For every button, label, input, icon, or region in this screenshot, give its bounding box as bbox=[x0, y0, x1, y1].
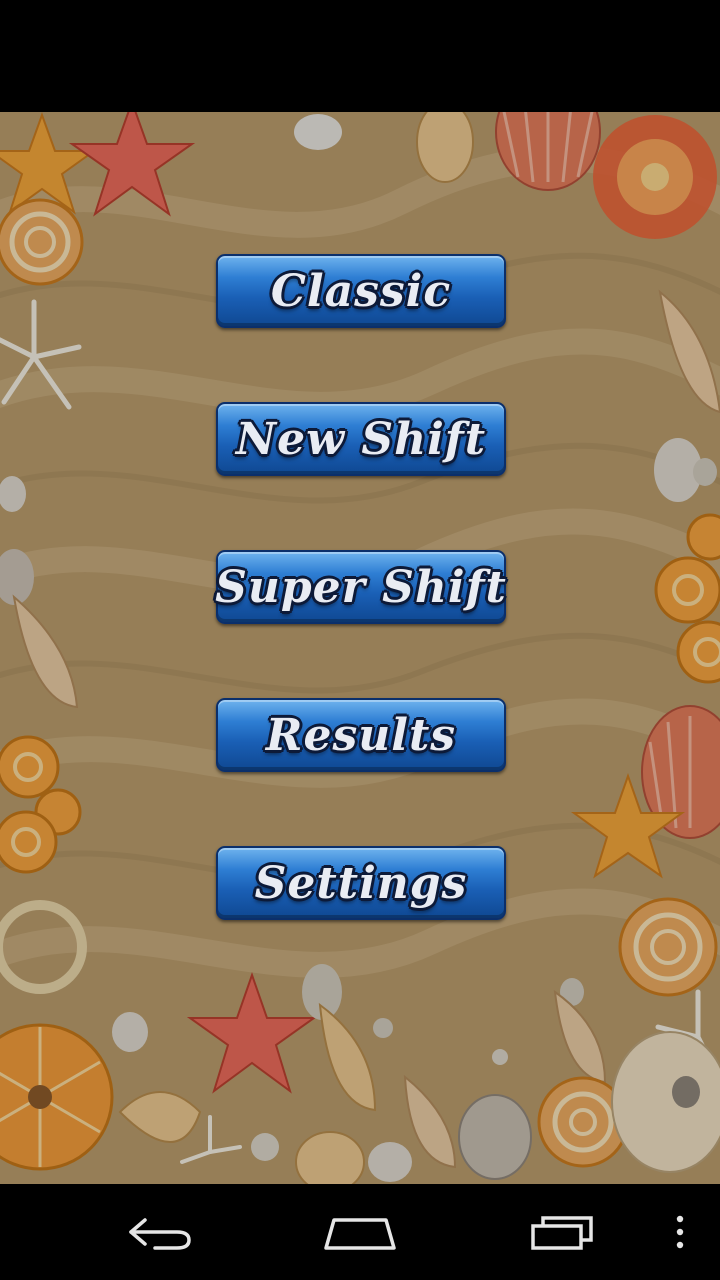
settings-button[interactable]: Settings bbox=[216, 846, 506, 920]
results-button[interactable]: Results bbox=[216, 698, 506, 772]
results-button-label: Results bbox=[265, 709, 457, 761]
back-icon bbox=[129, 1218, 191, 1250]
recent-apps-button[interactable] bbox=[514, 1208, 610, 1256]
home-button[interactable] bbox=[312, 1208, 408, 1256]
main-menu: Classic New Shift Super Shift Results Se… bbox=[215, 254, 507, 994]
status-bar bbox=[0, 0, 720, 112]
classic-button[interactable]: Classic bbox=[216, 254, 506, 328]
overflow-menu-button[interactable] bbox=[640, 1208, 720, 1256]
classic-button-label: Classic bbox=[270, 265, 452, 317]
navigation-bar bbox=[0, 1184, 720, 1280]
super-shift-button-label: Super Shift bbox=[215, 561, 507, 613]
back-button[interactable] bbox=[112, 1208, 208, 1256]
home-icon bbox=[324, 1218, 396, 1250]
recent-apps-icon bbox=[531, 1216, 593, 1250]
new-shift-button[interactable]: New Shift bbox=[216, 402, 506, 476]
settings-button-label: Settings bbox=[254, 857, 468, 909]
super-shift-button[interactable]: Super Shift bbox=[215, 550, 507, 624]
new-shift-button-label: New Shift bbox=[235, 413, 487, 465]
overflow-menu-icon bbox=[676, 1215, 684, 1249]
game-screen: Classic New Shift Super Shift Results Se… bbox=[0, 112, 720, 1184]
